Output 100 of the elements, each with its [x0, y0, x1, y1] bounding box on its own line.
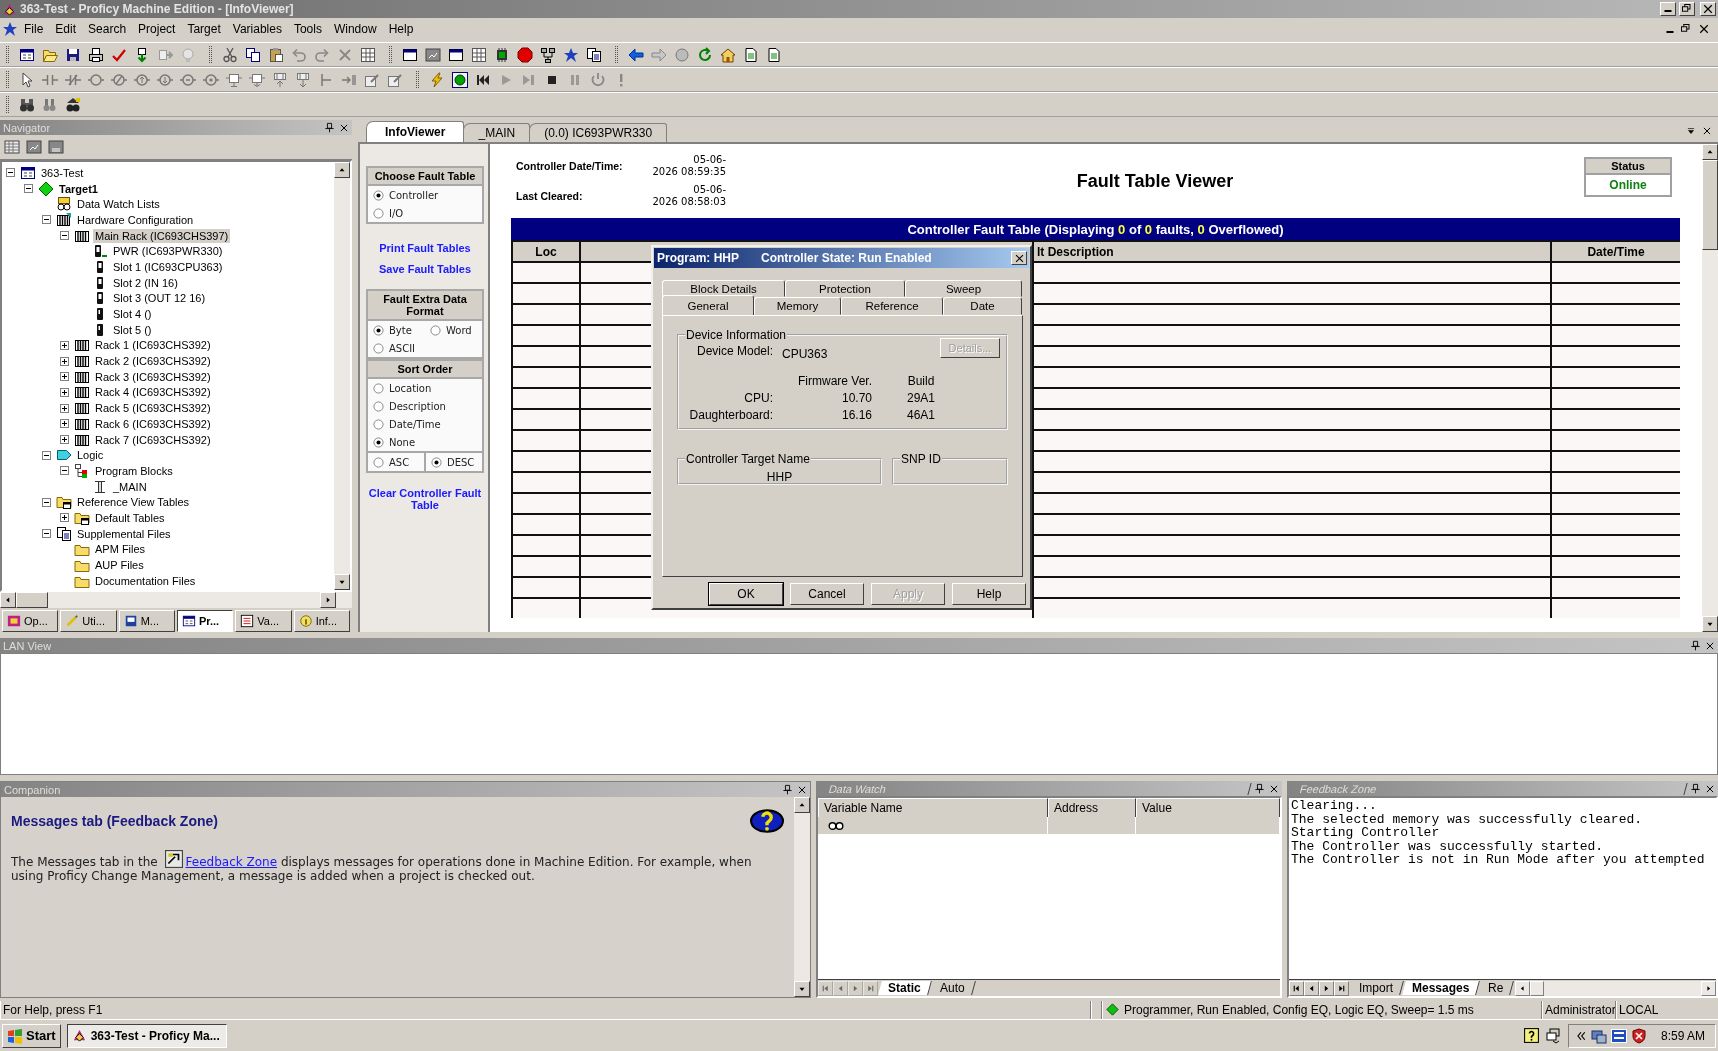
scroll-thumb[interactable]	[1702, 160, 1718, 250]
start-button[interactable]: Start	[2, 1023, 61, 1048]
expander-toggle[interactable]	[60, 231, 69, 241]
pin-icon[interactable]	[1690, 783, 1701, 794]
pin-icon[interactable]	[1690, 640, 1701, 651]
app-menu-icon[interactable]	[2, 21, 18, 37]
expander-toggle[interactable]	[24, 184, 33, 194]
vertical-scrollbar[interactable]	[1702, 144, 1718, 632]
table-icon[interactable]	[470, 46, 487, 63]
tree-item[interactable]: Slot 4 ()	[111, 307, 154, 322]
tree-item[interactable]: Rack 5 (IC693CHS392)	[93, 401, 213, 416]
close-icon[interactable]	[1705, 783, 1715, 794]
expander-toggle[interactable]	[42, 529, 51, 539]
sheet-tab[interactable]: Static	[878, 981, 932, 995]
window-icon[interactable]	[401, 46, 418, 63]
coil-icon[interactable]	[156, 71, 173, 88]
close-button[interactable]	[1700, 2, 1716, 16]
close-icon[interactable]	[1269, 783, 1279, 794]
computers-icon[interactable]	[1590, 1027, 1607, 1044]
dialog-button[interactable]: OK	[709, 583, 783, 605]
close-icon[interactable]	[1702, 126, 1712, 136]
tree-item[interactable]: APM Files	[93, 542, 148, 557]
restore-icon[interactable]	[1680, 23, 1692, 35]
negated-coil-icon[interactable]	[110, 71, 127, 88]
help-icon[interactable]	[1522, 1027, 1540, 1044]
prev-icon[interactable]	[1307, 983, 1316, 993]
coil-icon[interactable]	[87, 71, 104, 88]
close-button[interactable]	[1011, 251, 1027, 265]
action-link[interactable]: Print Fault Tables	[366, 242, 484, 254]
dialog-tab[interactable]: Reference	[841, 297, 943, 315]
coil-icon[interactable]	[133, 71, 150, 88]
online-icon[interactable]	[451, 71, 468, 88]
panel-tab[interactable]: Op...	[2, 610, 59, 632]
scroll-down-button[interactable]	[334, 574, 350, 590]
tree-item[interactable]: Slot 3 (OUT 12 16)	[111, 291, 208, 306]
chart-icon[interactable]	[26, 139, 42, 155]
panel-tab[interactable]: Inf...	[293, 610, 350, 632]
grid-icon[interactable]	[359, 46, 376, 63]
close-icon[interactable]	[797, 784, 807, 795]
scroll-up-button[interactable]	[794, 797, 810, 813]
tree-item[interactable]: Slot 1 (IC693CPU363)	[111, 259, 225, 274]
tree-item[interactable]: Default Tables	[93, 510, 167, 525]
tree-item[interactable]: Hardware Configuration	[75, 212, 196, 227]
expander-toggle[interactable]	[60, 387, 69, 397]
block-icon[interactable]	[271, 71, 288, 88]
timer-icon[interactable]	[248, 71, 265, 88]
menu-item[interactable]: Variables	[226, 20, 288, 38]
radio-button[interactable]	[373, 207, 384, 219]
menu-item[interactable]: Tools	[287, 20, 328, 38]
tree-item[interactable]: Supplemental Files	[75, 526, 173, 541]
option-label[interactable]: ASC	[389, 456, 410, 468]
expander-toggle[interactable]	[42, 497, 51, 507]
tree-item[interactable]: Documentation Files	[93, 573, 198, 588]
radio-button[interactable]	[431, 456, 442, 468]
dialog-button[interactable]: Cancel	[790, 583, 864, 605]
close-icon[interactable]	[1698, 23, 1710, 35]
vertical-scrollbar[interactable]	[794, 797, 810, 997]
sheet-tab[interactable]: Auto	[929, 981, 976, 995]
save-icon[interactable]	[64, 46, 81, 63]
dialog-tab[interactable]: Protection	[785, 280, 905, 297]
scroll-up-button[interactable]	[334, 162, 350, 178]
tree-item[interactable]: Slot 2 (IN 16)	[111, 275, 180, 290]
column-header[interactable]: Variable Name	[818, 798, 1048, 818]
scroll-left-button[interactable]	[0, 592, 16, 608]
menu-item[interactable]: Window	[327, 20, 383, 38]
option-label[interactable]: Word	[446, 324, 472, 336]
paste-icon[interactable]	[267, 46, 284, 63]
expander-toggle[interactable]	[60, 340, 69, 350]
option-label[interactable]: Byte	[389, 324, 412, 336]
dropdown-icon[interactable]	[1686, 126, 1696, 136]
lightning-icon[interactable]	[428, 71, 445, 88]
document-tab[interactable]: InfoViewer	[366, 121, 465, 142]
minimize-button[interactable]	[1660, 2, 1676, 16]
tree-item[interactable]: Rack 3 (IC693CHS392)	[93, 369, 213, 384]
radio-button[interactable]	[373, 382, 384, 394]
radio-button[interactable]	[373, 342, 384, 354]
right-arrow-icon[interactable]	[1704, 983, 1713, 993]
close-icon[interactable]	[1705, 640, 1715, 651]
files-icon[interactable]	[585, 46, 602, 63]
dialog-tab[interactable]: Sweep	[905, 280, 1022, 297]
panel-tab[interactable]: Pr...	[177, 610, 234, 632]
expander-toggle[interactable]	[42, 215, 51, 225]
tree-item[interactable]: _MAIN	[111, 479, 149, 494]
stop-icon[interactable]	[516, 46, 533, 63]
tree-item[interactable]: Rack 4 (IC693CHS392)	[93, 385, 213, 400]
document-icon[interactable]	[742, 46, 759, 63]
dialog-tab[interactable]: Date	[943, 297, 1022, 315]
option-label[interactable]: Controller	[389, 189, 439, 201]
tree-item[interactable]: Rack 7 (IC693CHS392)	[93, 432, 213, 447]
pin-icon[interactable]	[1254, 783, 1265, 794]
option-label[interactable]: Date/Time	[389, 418, 441, 430]
shield-icon[interactable]	[1630, 1027, 1647, 1044]
tree-item[interactable]: Data Watch Lists	[75, 197, 162, 212]
star-icon[interactable]	[562, 46, 579, 63]
radio-button[interactable]	[430, 324, 441, 336]
column-header[interactable]: Address	[1048, 798, 1136, 818]
edit-icon[interactable]	[363, 71, 380, 88]
radio-button[interactable]	[373, 436, 384, 448]
tree-item[interactable]: Slot 5 ()	[111, 322, 154, 337]
document-tab[interactable]: _MAIN	[463, 123, 531, 142]
